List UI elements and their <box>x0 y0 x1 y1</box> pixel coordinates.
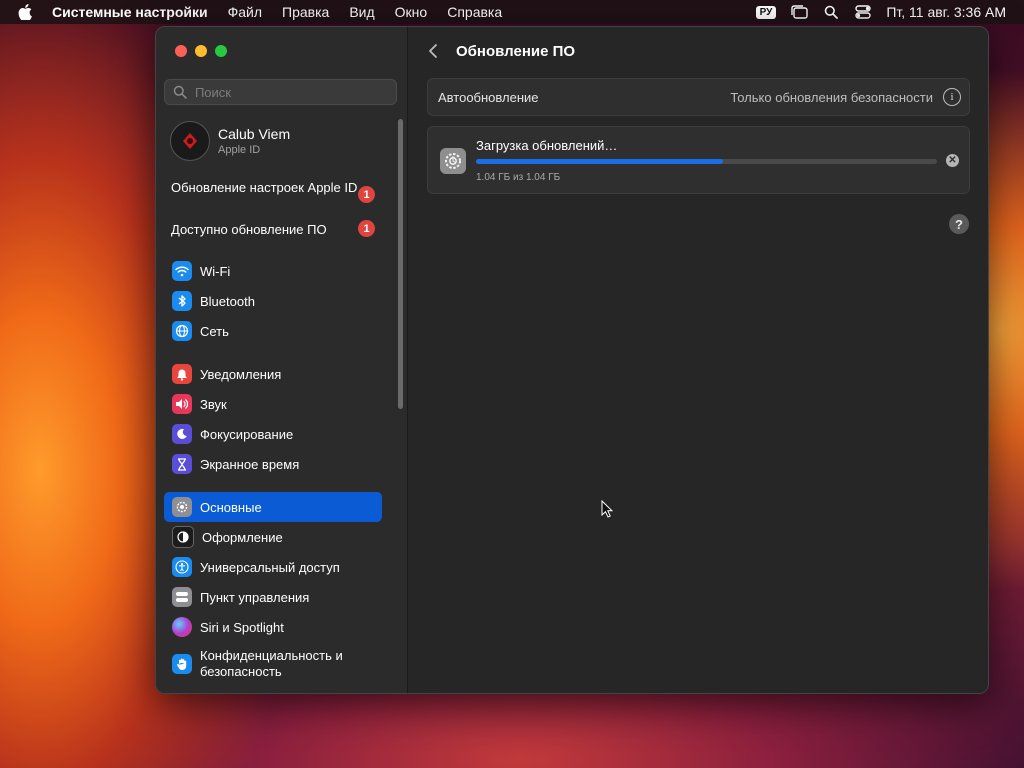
sidebar-item-label: Универсальный доступ <box>200 559 340 575</box>
siri-icon <box>172 617 192 637</box>
menu-help[interactable]: Справка <box>447 4 502 20</box>
menu-edit[interactable]: Правка <box>282 4 329 20</box>
sidebar-scrollbar[interactable] <box>398 119 403 409</box>
window-controls <box>175 45 227 57</box>
mouse-cursor-icon <box>601 500 613 518</box>
stage-manager-icon[interactable] <box>790 4 809 20</box>
notice-label: Обновление настроек Apple ID <box>171 180 358 195</box>
auto-update-row[interactable]: Автообновление Только обновления безопас… <box>427 78 970 116</box>
page-title: Обновление ПО <box>456 43 576 60</box>
sidebar-item-label: Bluetooth <box>200 293 255 309</box>
wifi-icon <box>172 261 192 281</box>
sidebar-item-label: Пункт управления <box>200 589 310 605</box>
software-update-gear-icon <box>440 148 466 174</box>
back-chevron-icon[interactable] <box>426 43 442 59</box>
profile-name: Calub Viem <box>218 126 291 142</box>
notice-software-update[interactable]: Доступно обновление ПО <box>171 222 381 238</box>
sidebar-item-appearance[interactable]: Оформление <box>164 522 382 552</box>
globe-icon <box>172 321 192 341</box>
search-field[interactable] <box>164 79 397 105</box>
settings-window: Calub Viem Apple ID Обновление настроек … <box>155 26 989 694</box>
download-progress-bar <box>476 159 937 164</box>
auto-update-label: Автообновление <box>438 89 539 105</box>
appearance-icon <box>172 526 194 548</box>
search-icon <box>173 85 187 99</box>
sidebar-item-control-center[interactable]: Пункт управления <box>164 582 382 612</box>
avatar <box>170 121 210 161</box>
hand-icon <box>172 654 192 674</box>
notice-label: Доступно обновление ПО <box>171 222 327 237</box>
sidebar-item-label: Уведомления <box>200 366 282 382</box>
cancel-download-button[interactable]: ✕ <box>946 154 959 167</box>
sidebar-item-focus[interactable]: Фокусирование <box>164 419 382 449</box>
sidebar-item-siri-spotlight[interactable]: Siri и Spotlight <box>164 612 382 642</box>
menu-window[interactable]: Окно <box>395 4 428 20</box>
sidebar-item-bluetooth[interactable]: Bluetooth <box>164 286 382 316</box>
sidebar-item-notifications[interactable]: Уведомления <box>164 359 382 389</box>
notice-apple-id-update[interactable]: Обновление настроек Apple ID <box>171 180 381 196</box>
control-center-icon <box>172 587 192 607</box>
auto-update-value-text: Только обновления безопасности <box>730 89 933 105</box>
sidebar-item-general[interactable]: Основные <box>164 492 382 522</box>
speaker-icon <box>172 394 192 414</box>
zoom-button[interactable] <box>215 45 227 57</box>
sidebar-item-sound[interactable]: Звук <box>164 389 382 419</box>
menu-file[interactable]: Файл <box>228 4 262 20</box>
download-progress-row: Загрузка обновлений… ✕ 1.04 ГБ из 1.04 Г… <box>427 126 970 194</box>
apple-id-profile[interactable]: Calub Viem Apple ID <box>170 121 290 161</box>
bell-icon <box>172 364 192 384</box>
download-title: Загрузка обновлений… <box>476 138 618 153</box>
search-input[interactable] <box>192 83 396 101</box>
sidebar-item-accessibility[interactable]: Универсальный доступ <box>164 552 382 582</box>
apple-logo-icon[interactable] <box>18 4 36 20</box>
menu-view[interactable]: Вид <box>349 4 374 20</box>
menubar-clock[interactable]: Пт, 11 авг. 3:36 AM <box>886 4 1006 20</box>
accessibility-icon <box>172 557 192 577</box>
menu-app-name[interactable]: Системные настройки <box>52 4 208 20</box>
sidebar-item-label: Оформление <box>202 529 283 545</box>
moon-icon <box>172 424 192 444</box>
sidebar-item-label: Сеть <box>200 323 229 339</box>
input-language-badge[interactable]: РУ <box>755 5 777 19</box>
sidebar-item-privacy-security[interactable]: Конфиденциальность и безопасность <box>164 647 382 681</box>
sidebar: Calub Viem Apple ID Обновление настроек … <box>156 27 408 693</box>
sidebar-item-label: Фокусирование <box>200 426 294 442</box>
sidebar-item-label: Экранное время <box>200 456 300 472</box>
download-size-text: 1.04 ГБ из 1.04 ГБ <box>476 172 561 183</box>
hourglass-icon <box>172 454 192 474</box>
sidebar-item-label: Siri и Spotlight <box>200 619 284 635</box>
notification-badge: 1 <box>358 186 375 203</box>
gear-icon <box>172 497 192 517</box>
sidebar-item-label: Конфиденциальность и безопасность <box>200 648 343 679</box>
help-button[interactable]: ? <box>949 214 969 234</box>
search-icon[interactable] <box>822 4 840 20</box>
info-icon[interactable]: i <box>943 88 961 106</box>
sidebar-item-label: Звук <box>200 396 227 412</box>
notification-badge: 1 <box>358 220 375 237</box>
sidebar-item-network[interactable]: Сеть <box>164 316 382 346</box>
sidebar-item-label: Wi-Fi <box>200 263 231 279</box>
minimize-button[interactable] <box>195 45 207 57</box>
main-pane: Обновление ПО Автообновление Только обно… <box>408 27 988 693</box>
bluetooth-icon <box>172 291 192 311</box>
download-progress-fill <box>476 159 723 164</box>
profile-subtitle: Apple ID <box>218 144 261 156</box>
sidebar-item-screen-time[interactable]: Экранное время <box>164 449 382 479</box>
sidebar-item-label: Основные <box>200 499 262 515</box>
sidebar-item-wifi[interactable]: Wi-Fi <box>164 256 382 286</box>
close-button[interactable] <box>175 45 187 57</box>
control-center-icon[interactable] <box>854 4 872 20</box>
menu-bar: Системные настройки Файл Правка Вид Окно… <box>0 0 1024 24</box>
auto-update-value: Только обновления безопасности i <box>730 88 961 106</box>
